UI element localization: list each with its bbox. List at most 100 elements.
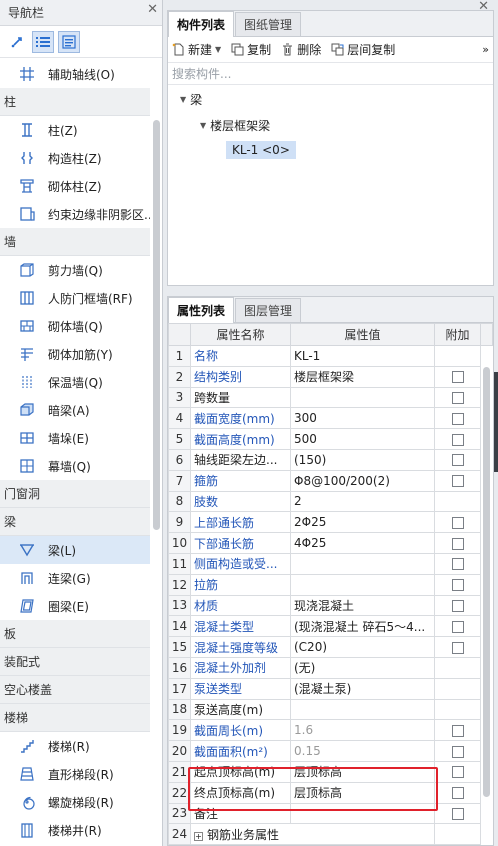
property-row[interactable]: 1 名称 KL-1 xyxy=(168,345,493,367)
nav-item-coupling-beam[interactable]: 连梁(G) xyxy=(0,564,150,592)
nav-category-prefab[interactable]: 装配式 xyxy=(0,648,150,676)
extra-checkbox[interactable] xyxy=(451,641,464,654)
property-value[interactable] xyxy=(290,552,435,575)
new-button[interactable]: 新建 ▼ xyxy=(172,41,221,58)
property-value[interactable]: 层顶标高 xyxy=(290,760,435,783)
nav-item-masonry-rebar[interactable]: 砌体加筋(Y) xyxy=(0,340,150,368)
property-row[interactable]: 18 泵送高度(m) xyxy=(168,698,493,721)
property-value[interactable]: 1.6 xyxy=(290,719,435,742)
extra-checkbox[interactable] xyxy=(451,433,464,446)
property-row[interactable]: 22 终点顶标高(m) 层顶标高 xyxy=(168,781,493,804)
property-value[interactable]: 2Φ25 xyxy=(290,511,435,534)
property-row[interactable]: 21 起点顶标高(m) 层顶标高 xyxy=(168,760,493,783)
property-panel-close-icon[interactable]: ✕ xyxy=(478,297,489,300)
property-row[interactable]: 12 拉筋 xyxy=(168,573,493,596)
nav-item-stairwell[interactable]: 楼梯井(R) xyxy=(0,816,150,844)
nav-item-stair[interactable]: 楼梯(R) xyxy=(0,732,150,760)
property-row[interactable]: 13 材质 现浇混凝土 xyxy=(168,594,493,617)
nav-item-beam[interactable]: 梁(L) xyxy=(0,536,150,564)
nav-item-civil-defense-wall[interactable]: 人防门框墙(RF) xyxy=(0,284,150,312)
property-row[interactable]: 4 截面宽度(mm) 300 xyxy=(168,407,493,430)
tab-property-list[interactable]: 属性列表 xyxy=(168,297,235,323)
nav-category-slab[interactable]: 板 xyxy=(0,620,150,648)
property-row[interactable]: 16 混凝土外加剂 (无) xyxy=(168,656,493,679)
property-value[interactable]: Φ8@100/200(2) xyxy=(290,469,435,492)
property-row[interactable]: 17 泵送类型 (混凝土泵) xyxy=(168,677,493,700)
extra-checkbox[interactable] xyxy=(451,599,464,612)
property-value[interactable]: (C20) xyxy=(290,636,435,658)
property-row[interactable]: 10 下部通长筋 4Φ25 xyxy=(168,532,493,554)
detail-view-icon[interactable] xyxy=(58,30,80,53)
property-value[interactable] xyxy=(290,386,435,409)
property-row[interactable]: 3 跨数量 xyxy=(168,386,493,409)
property-row[interactable]: 23 备注 xyxy=(168,802,493,825)
expanded-arrow-icon[interactable]: ▼ xyxy=(200,121,206,130)
property-row[interactable]: 19 截面周长(m) 1.6 xyxy=(168,719,493,742)
property-value[interactable]: (混凝土泵) xyxy=(290,677,435,700)
component-panel-close-icon[interactable]: ✕ xyxy=(478,0,489,14)
extra-checkbox[interactable] xyxy=(451,391,464,404)
nav-item-masonry-column[interactable]: 砌体柱(Z) xyxy=(0,172,150,200)
extra-checkbox[interactable] xyxy=(451,412,464,425)
nav-item-constraint-edge[interactable]: 约束边缘非阴影区... xyxy=(0,200,150,228)
property-scrollbar[interactable] xyxy=(483,367,490,797)
tree-node-beam[interactable]: ▼ 梁 xyxy=(180,91,202,108)
extra-checkbox[interactable] xyxy=(451,537,464,550)
nav-item-ring-beam[interactable]: 圈梁(E) xyxy=(0,592,150,620)
tab-layer-management[interactable]: 图层管理 xyxy=(235,298,302,322)
nav-item-hidden-beam[interactable]: 暗梁(A) xyxy=(0,396,150,424)
nav-item-curtain-wall[interactable]: 幕墙(Q) xyxy=(0,452,150,480)
component-search-input[interactable]: 搜索构件... xyxy=(168,63,493,85)
property-row[interactable]: 20 截面面积(m²) 0.15 xyxy=(168,740,493,762)
property-row[interactable]: 6 轴线距梁左边... (150) xyxy=(168,448,493,471)
property-row[interactable]: 2 结构类别 楼层框架梁 xyxy=(168,365,493,388)
property-value[interactable]: 层顶标高 xyxy=(290,781,435,804)
extra-checkbox[interactable] xyxy=(451,724,464,737)
nav-item-constructional-column[interactable]: 构造柱(Z) xyxy=(0,144,150,172)
nav-category-beam[interactable]: 梁 xyxy=(0,508,150,536)
tree-node-kl-1[interactable]: KL-1 <0> xyxy=(226,141,296,159)
nav-item-masonry-wall[interactable]: 砌体墙(Q) xyxy=(0,312,150,340)
property-value[interactable]: 楼层框架梁 xyxy=(290,365,435,388)
nav-item-wall-pier[interactable]: 墙垛(E) xyxy=(0,424,150,452)
tab-component-list[interactable]: 构件列表 xyxy=(168,11,235,37)
property-row[interactable]: 5 截面高度(mm) 500 xyxy=(168,428,493,450)
property-row[interactable]: 15 混凝土强度等级 (C20) xyxy=(168,636,493,658)
property-value[interactable]: (现浇混凝土 碎石5～4... xyxy=(290,615,435,638)
extra-checkbox[interactable] xyxy=(451,579,464,592)
nav-category-stair[interactable]: 楼梯 xyxy=(0,704,150,732)
nav-item-insulation-wall[interactable]: 保温墙(Q) xyxy=(0,368,150,396)
property-value[interactable]: 2 xyxy=(290,490,435,513)
property-row[interactable]: 7 箍筋 Φ8@100/200(2) xyxy=(168,469,493,492)
property-value[interactable]: 0.15 xyxy=(290,740,435,762)
nav-category-wall[interactable]: 墙 xyxy=(0,228,150,256)
property-value[interactable]: KL-1 xyxy=(290,345,435,367)
nav-item-shear-wall[interactable]: 剪力墙(Q) xyxy=(0,256,150,284)
property-value[interactable]: (无) xyxy=(290,656,435,679)
more-icon[interactable]: » xyxy=(482,43,489,56)
property-value[interactable]: 现浇混凝土 xyxy=(290,594,435,617)
expanded-arrow-icon[interactable]: ▼ xyxy=(180,95,186,104)
property-value[interactable]: 300 xyxy=(290,407,435,430)
nav-category-column[interactable]: 柱 xyxy=(0,88,150,116)
nav-item-grid-axis[interactable]: 辅助轴线(O) xyxy=(0,60,150,88)
nav-item-straight-flight[interactable]: 直形梯段(R) xyxy=(0,760,150,788)
property-row[interactable]: 24 + 钢筋业务属性 xyxy=(168,823,493,845)
list-view-icon[interactable] xyxy=(32,30,54,53)
extra-checkbox[interactable] xyxy=(451,787,464,800)
extra-checkbox[interactable] xyxy=(451,516,464,529)
property-value[interactable]: 500 xyxy=(290,428,435,450)
delete-button[interactable]: 删除 xyxy=(281,41,321,58)
floor-copy-button[interactable]: 层间复制 xyxy=(331,41,395,58)
extra-checkbox[interactable] xyxy=(451,620,464,633)
tree-node-floor-frame-beam[interactable]: ▼ 楼层框架梁 xyxy=(200,117,270,134)
property-row[interactable]: 8 肢数 2 xyxy=(168,490,493,513)
extra-checkbox[interactable] xyxy=(451,475,464,488)
tab-drawing-management[interactable]: 图纸管理 xyxy=(235,12,302,36)
extra-checkbox[interactable] xyxy=(451,807,464,820)
nav-close-icon[interactable]: ✕ xyxy=(147,2,158,17)
extra-checkbox[interactable] xyxy=(451,371,464,384)
nav-category-door-window[interactable]: 门窗洞 xyxy=(0,480,150,508)
nav-item-spiral-flight[interactable]: 螺旋梯段(R) xyxy=(0,788,150,816)
nav-category-hollow-floor[interactable]: 空心楼盖 xyxy=(0,676,150,704)
